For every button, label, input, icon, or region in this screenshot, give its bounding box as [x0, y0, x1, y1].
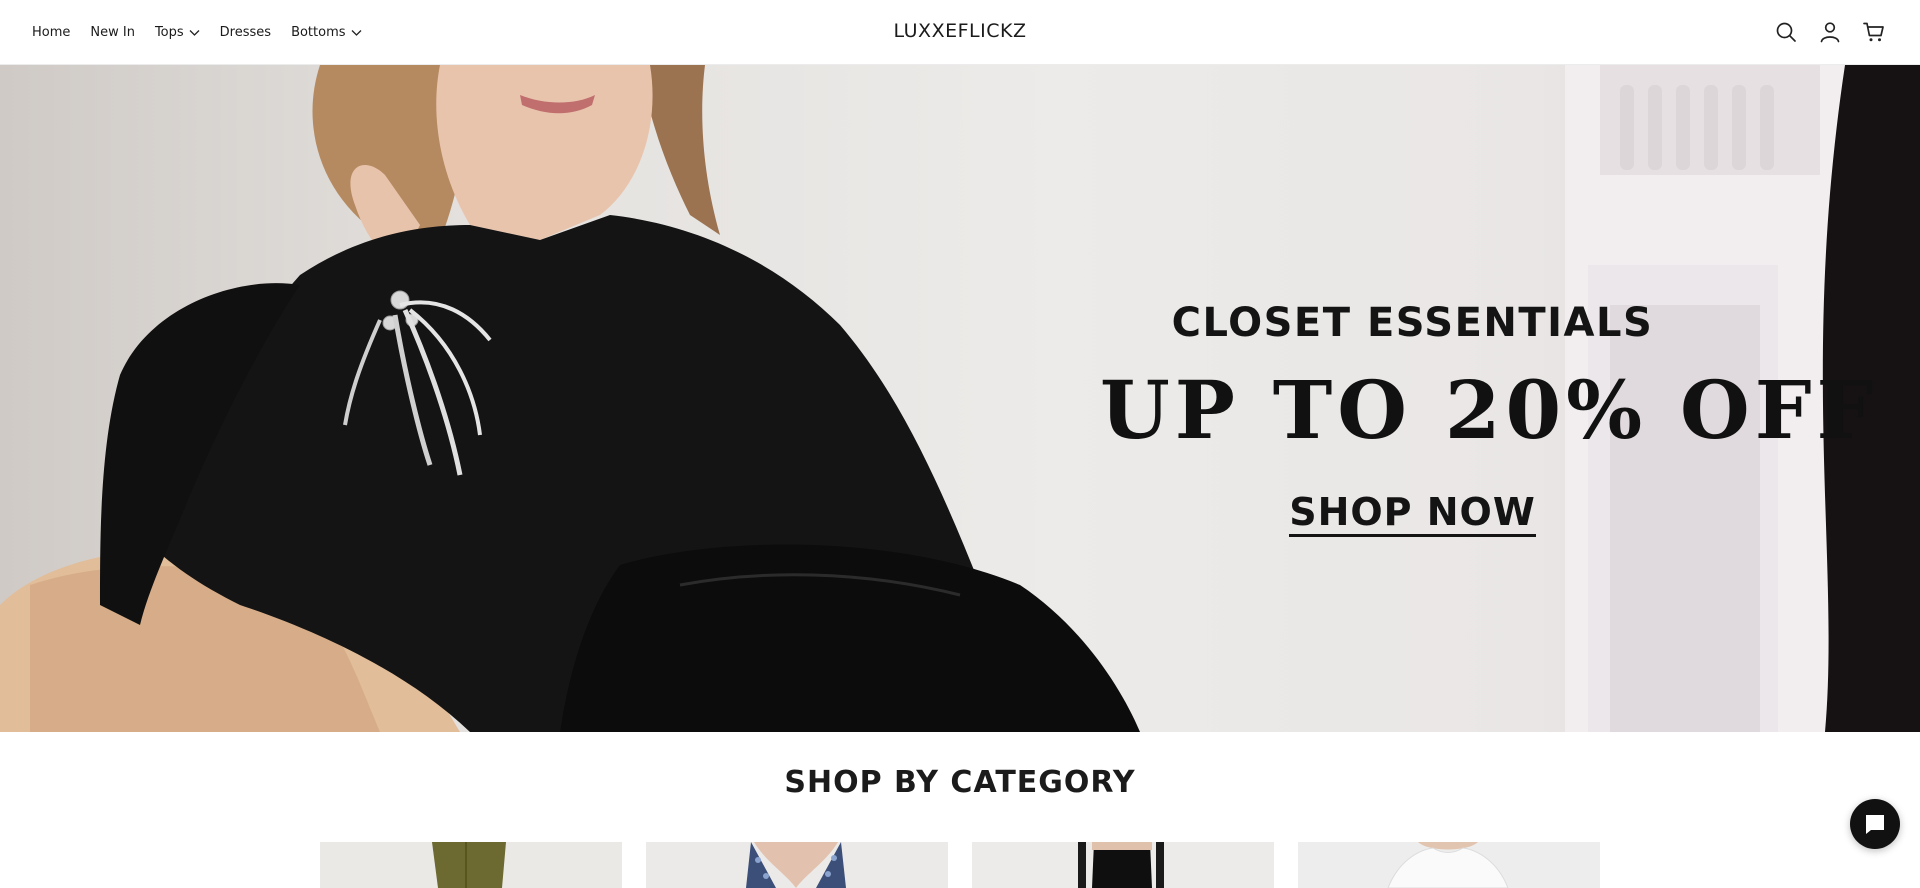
category-card-black-trousers[interactable]	[972, 842, 1274, 888]
category-image	[972, 842, 1274, 888]
category-image	[646, 842, 948, 888]
category-card-white-top[interactable]	[1298, 842, 1600, 888]
hero-cta-wrap: SHOP NOW	[1100, 490, 1725, 537]
nav-item-label: Tops	[154, 25, 184, 40]
shop-now-link[interactable]: SHOP NOW	[1289, 490, 1536, 537]
category-card-floral-top[interactable]	[646, 842, 948, 888]
nav-item-tops[interactable]: Tops	[155, 25, 200, 40]
nav-item-label: Home	[32, 25, 71, 40]
section-heading: SHOP BY CATEGORY	[784, 765, 1136, 800]
hero-title: UP TO 20% OFF	[1100, 363, 1879, 457]
category-grid	[320, 842, 1600, 888]
chat-button[interactable]	[1850, 799, 1900, 849]
nav-item-bottoms[interactable]: Bottoms	[291, 25, 361, 40]
nav-item-dresses[interactable]: Dresses	[220, 25, 271, 40]
account-icon[interactable]	[1818, 20, 1842, 44]
nav-item-label: Bottoms	[291, 25, 346, 40]
chevron-down-icon	[351, 29, 362, 37]
nav-item-label: New In	[90, 25, 135, 40]
nav-item-new-in[interactable]: New In	[90, 25, 135, 40]
nav-item-home[interactable]: Home	[32, 25, 70, 40]
nav-item-label: Dresses	[219, 25, 272, 40]
site-header: Home New In Tops Dresses Bottoms LUXXEFL…	[0, 0, 1920, 65]
chevron-down-icon	[189, 29, 200, 37]
category-image	[320, 842, 622, 888]
main-nav: Home New In Tops Dresses Bottoms	[32, 0, 382, 65]
category-image	[1298, 842, 1600, 888]
hero-subtitle: CLOSET ESSENTIALS	[1171, 300, 1654, 346]
hero-text-block: CLOSET ESSENTIALS UP TO 20% OFF SHOP NOW	[1100, 65, 1879, 732]
chat-icon	[1863, 812, 1887, 836]
hero-banner: CLOSET ESSENTIALS UP TO 20% OFF SHOP NOW	[0, 65, 1920, 732]
header-icons	[1754, 20, 1886, 44]
cart-icon[interactable]	[1862, 20, 1886, 44]
search-icon[interactable]	[1774, 20, 1798, 44]
category-card-olive-trousers[interactable]	[320, 842, 622, 888]
site-logo[interactable]: LUXXEFLICKZ	[894, 20, 1027, 42]
